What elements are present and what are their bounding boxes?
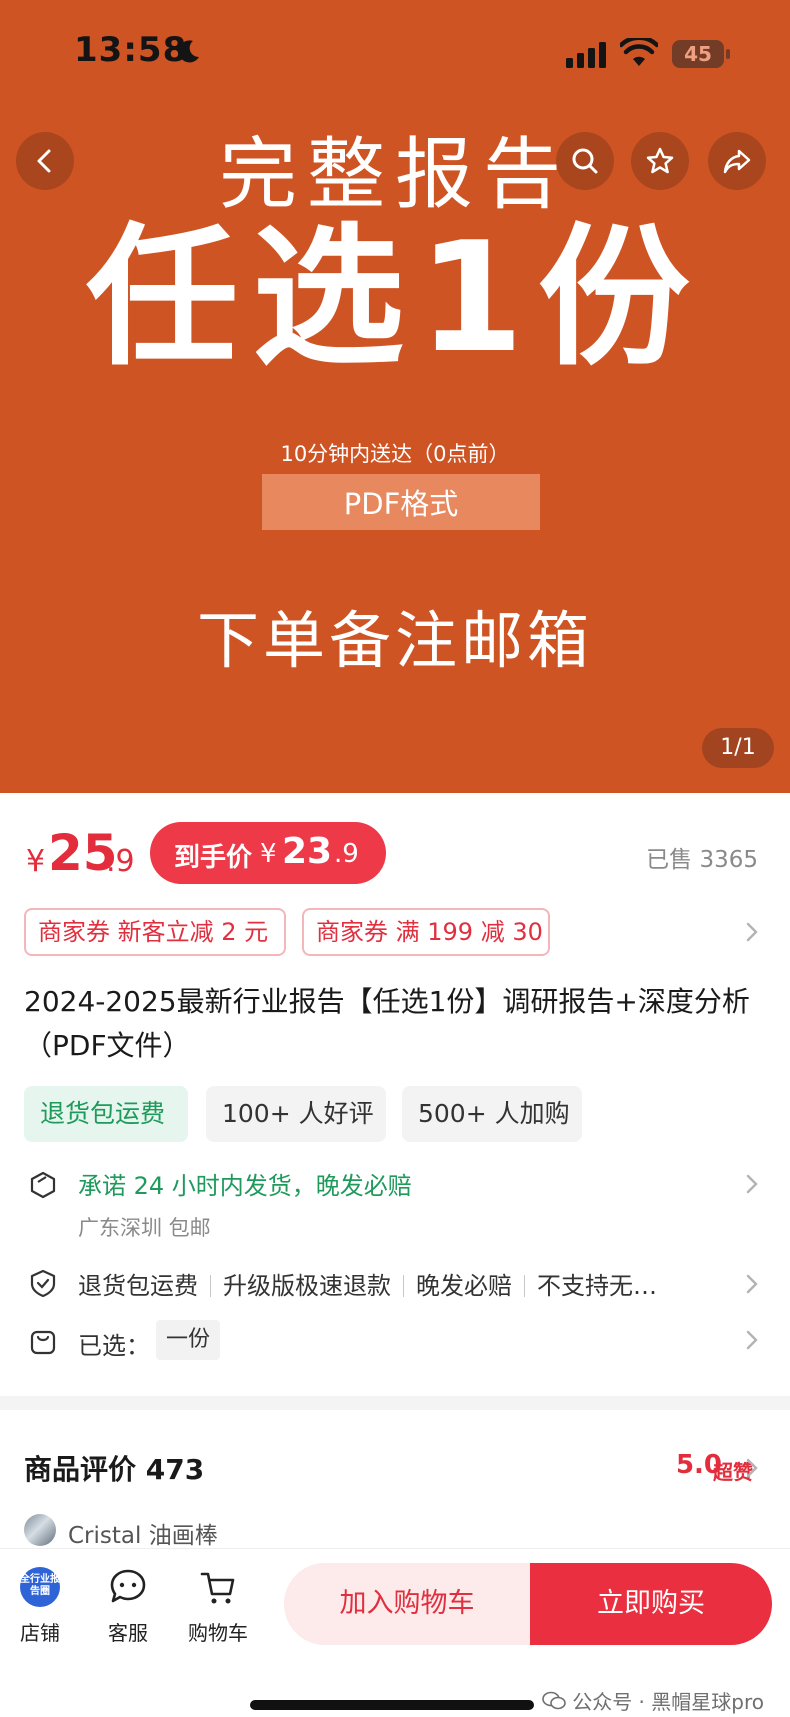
chat-bubble-icon — [110, 1569, 146, 1603]
bag-icon — [30, 1330, 56, 1355]
buy-now-button[interactable]: 立即购买 — [530, 1563, 772, 1645]
price-decimal: .9 — [106, 844, 135, 879]
price-currency: ¥ — [26, 844, 46, 879]
coupon-row[interactable]: 商家券 新客立减 2 元 商家券 满 199 减 30 — [0, 908, 790, 958]
coupon-new-customer[interactable]: 商家券 新客立减 2 元 — [24, 908, 286, 956]
banner-order-note: 下单备注邮箱 — [196, 604, 593, 677]
final-price-integer: 23 — [282, 831, 333, 872]
store-label: 店铺 — [20, 1621, 60, 1645]
guarantee-row[interactable]: 退货包运费 升级版极速退款 晚发必赔 不支持无… — [0, 1262, 790, 1306]
guarantee-list: 退货包运费 升级版极速退款 晚发必赔 不支持无… — [78, 1266, 657, 1301]
shopping-cart-icon — [200, 1572, 235, 1604]
banner-format-box: PDF格式 — [262, 474, 540, 530]
shield-check-icon — [30, 1269, 56, 1298]
watermark-text: 公众号 · 黑帽星球pro — [572, 1690, 764, 1714]
final-price-label: 到手价 — [174, 843, 253, 873]
coupon-threshold[interactable]: 商家券 满 199 减 30 — [302, 908, 550, 956]
store-logo: 全行业报告圈 — [20, 1567, 60, 1607]
reviewer[interactable]: Cristal 油画棒 — [24, 1514, 424, 1549]
chevron-right-icon — [746, 1330, 758, 1350]
customer-service-label: 客服 — [108, 1621, 148, 1645]
sold-count: 已售 3365 — [646, 847, 758, 873]
guarantee-item: 不支持无… — [537, 1272, 657, 1300]
cart-label: 购物车 — [188, 1621, 248, 1645]
guarantee-item: 晚发必赔 — [416, 1272, 512, 1300]
tag-added-to-cart: 500+ 人加购 — [402, 1086, 582, 1142]
banner-headline: 任选1份 — [86, 209, 704, 386]
selected-label: 已选： — [78, 1332, 150, 1360]
price-row: ¥ 25 .9 到手价 ¥ 23 .9 已售 3365 — [0, 800, 790, 890]
separator — [210, 1275, 211, 1297]
product-image-banner[interactable]: 13:58 45 完整报告 任选1份 10分钟内送达（0点前） PDF格式 下单… — [0, 0, 790, 793]
final-price-badge[interactable]: 到手价 ¥ 23 .9 — [150, 822, 386, 884]
guarantee-item: 升级版极速退款 — [223, 1272, 391, 1300]
home-indicator[interactable] — [250, 1700, 534, 1710]
battery-level: 45 — [684, 42, 712, 66]
chevron-right-icon — [746, 1274, 758, 1294]
chevron-right-icon — [746, 1174, 758, 1194]
selected-value: 一份 — [156, 1320, 221, 1360]
package-icon — [30, 1171, 56, 1199]
wifi-icon — [620, 38, 658, 66]
status-bar: 13:58 45 — [0, 0, 790, 108]
shipping-promise: 承诺 24 小时内发货，晚发必赔 — [78, 1172, 412, 1200]
banner-title: 完整报告 — [218, 130, 571, 220]
review-title: 商品评价 473 — [24, 1453, 205, 1486]
chevron-right-icon — [746, 1458, 758, 1478]
product-title: 2024-2025最新行业报告【任选1份】调研报告+深度分析（PDF文件） — [24, 985, 750, 1062]
banner-delivery-note: 10分钟内送达（0点前） — [280, 442, 510, 466]
guarantee-item: 退货包运费 — [78, 1272, 198, 1300]
separator — [524, 1275, 525, 1297]
tag-row: 退货包运费 100+ 人好评 500+ 人加购 — [24, 1086, 774, 1142]
final-price-currency: ¥ — [260, 839, 277, 869]
cellular-signal-icon — [566, 42, 606, 68]
moon-icon — [178, 40, 199, 63]
add-to-cart-button[interactable]: 加入购物车 — [284, 1563, 530, 1645]
status-time: 13:58 — [74, 30, 188, 70]
reviewer-name: Cristal 油画棒 — [68, 1523, 218, 1549]
cart-button[interactable]: 购物车 — [178, 1567, 258, 1651]
selected-spec-row[interactable]: 已选： 一份 — [0, 1318, 790, 1362]
image-page-indicator: 1/1 — [702, 728, 774, 768]
separator — [403, 1275, 404, 1297]
tag-free-return: 退货包运费 — [24, 1086, 188, 1142]
review-header[interactable]: 商品评价 473 5.0 超赞 — [0, 1448, 790, 1492]
section-divider — [0, 1396, 790, 1410]
shipping-row[interactable]: 承诺 24 小时内发货，晚发必赔 广东深圳 包邮 — [0, 1166, 790, 1250]
watermark: 公众号 · 黑帽星球pro — [542, 1686, 764, 1715]
tag-good-reviews: 100+ 人好评 — [206, 1086, 386, 1142]
wechat-icon — [542, 1691, 567, 1709]
avatar — [24, 1514, 56, 1546]
chevron-right-icon — [746, 922, 758, 942]
store-button[interactable]: 全行业报告圈 店铺 — [0, 1567, 80, 1651]
battery-icon: 45 — [672, 40, 730, 68]
final-price-decimal: .9 — [334, 839, 359, 869]
shipping-origin: 广东深圳 包邮 — [78, 1216, 211, 1240]
customer-service-button[interactable]: 客服 — [88, 1567, 168, 1651]
